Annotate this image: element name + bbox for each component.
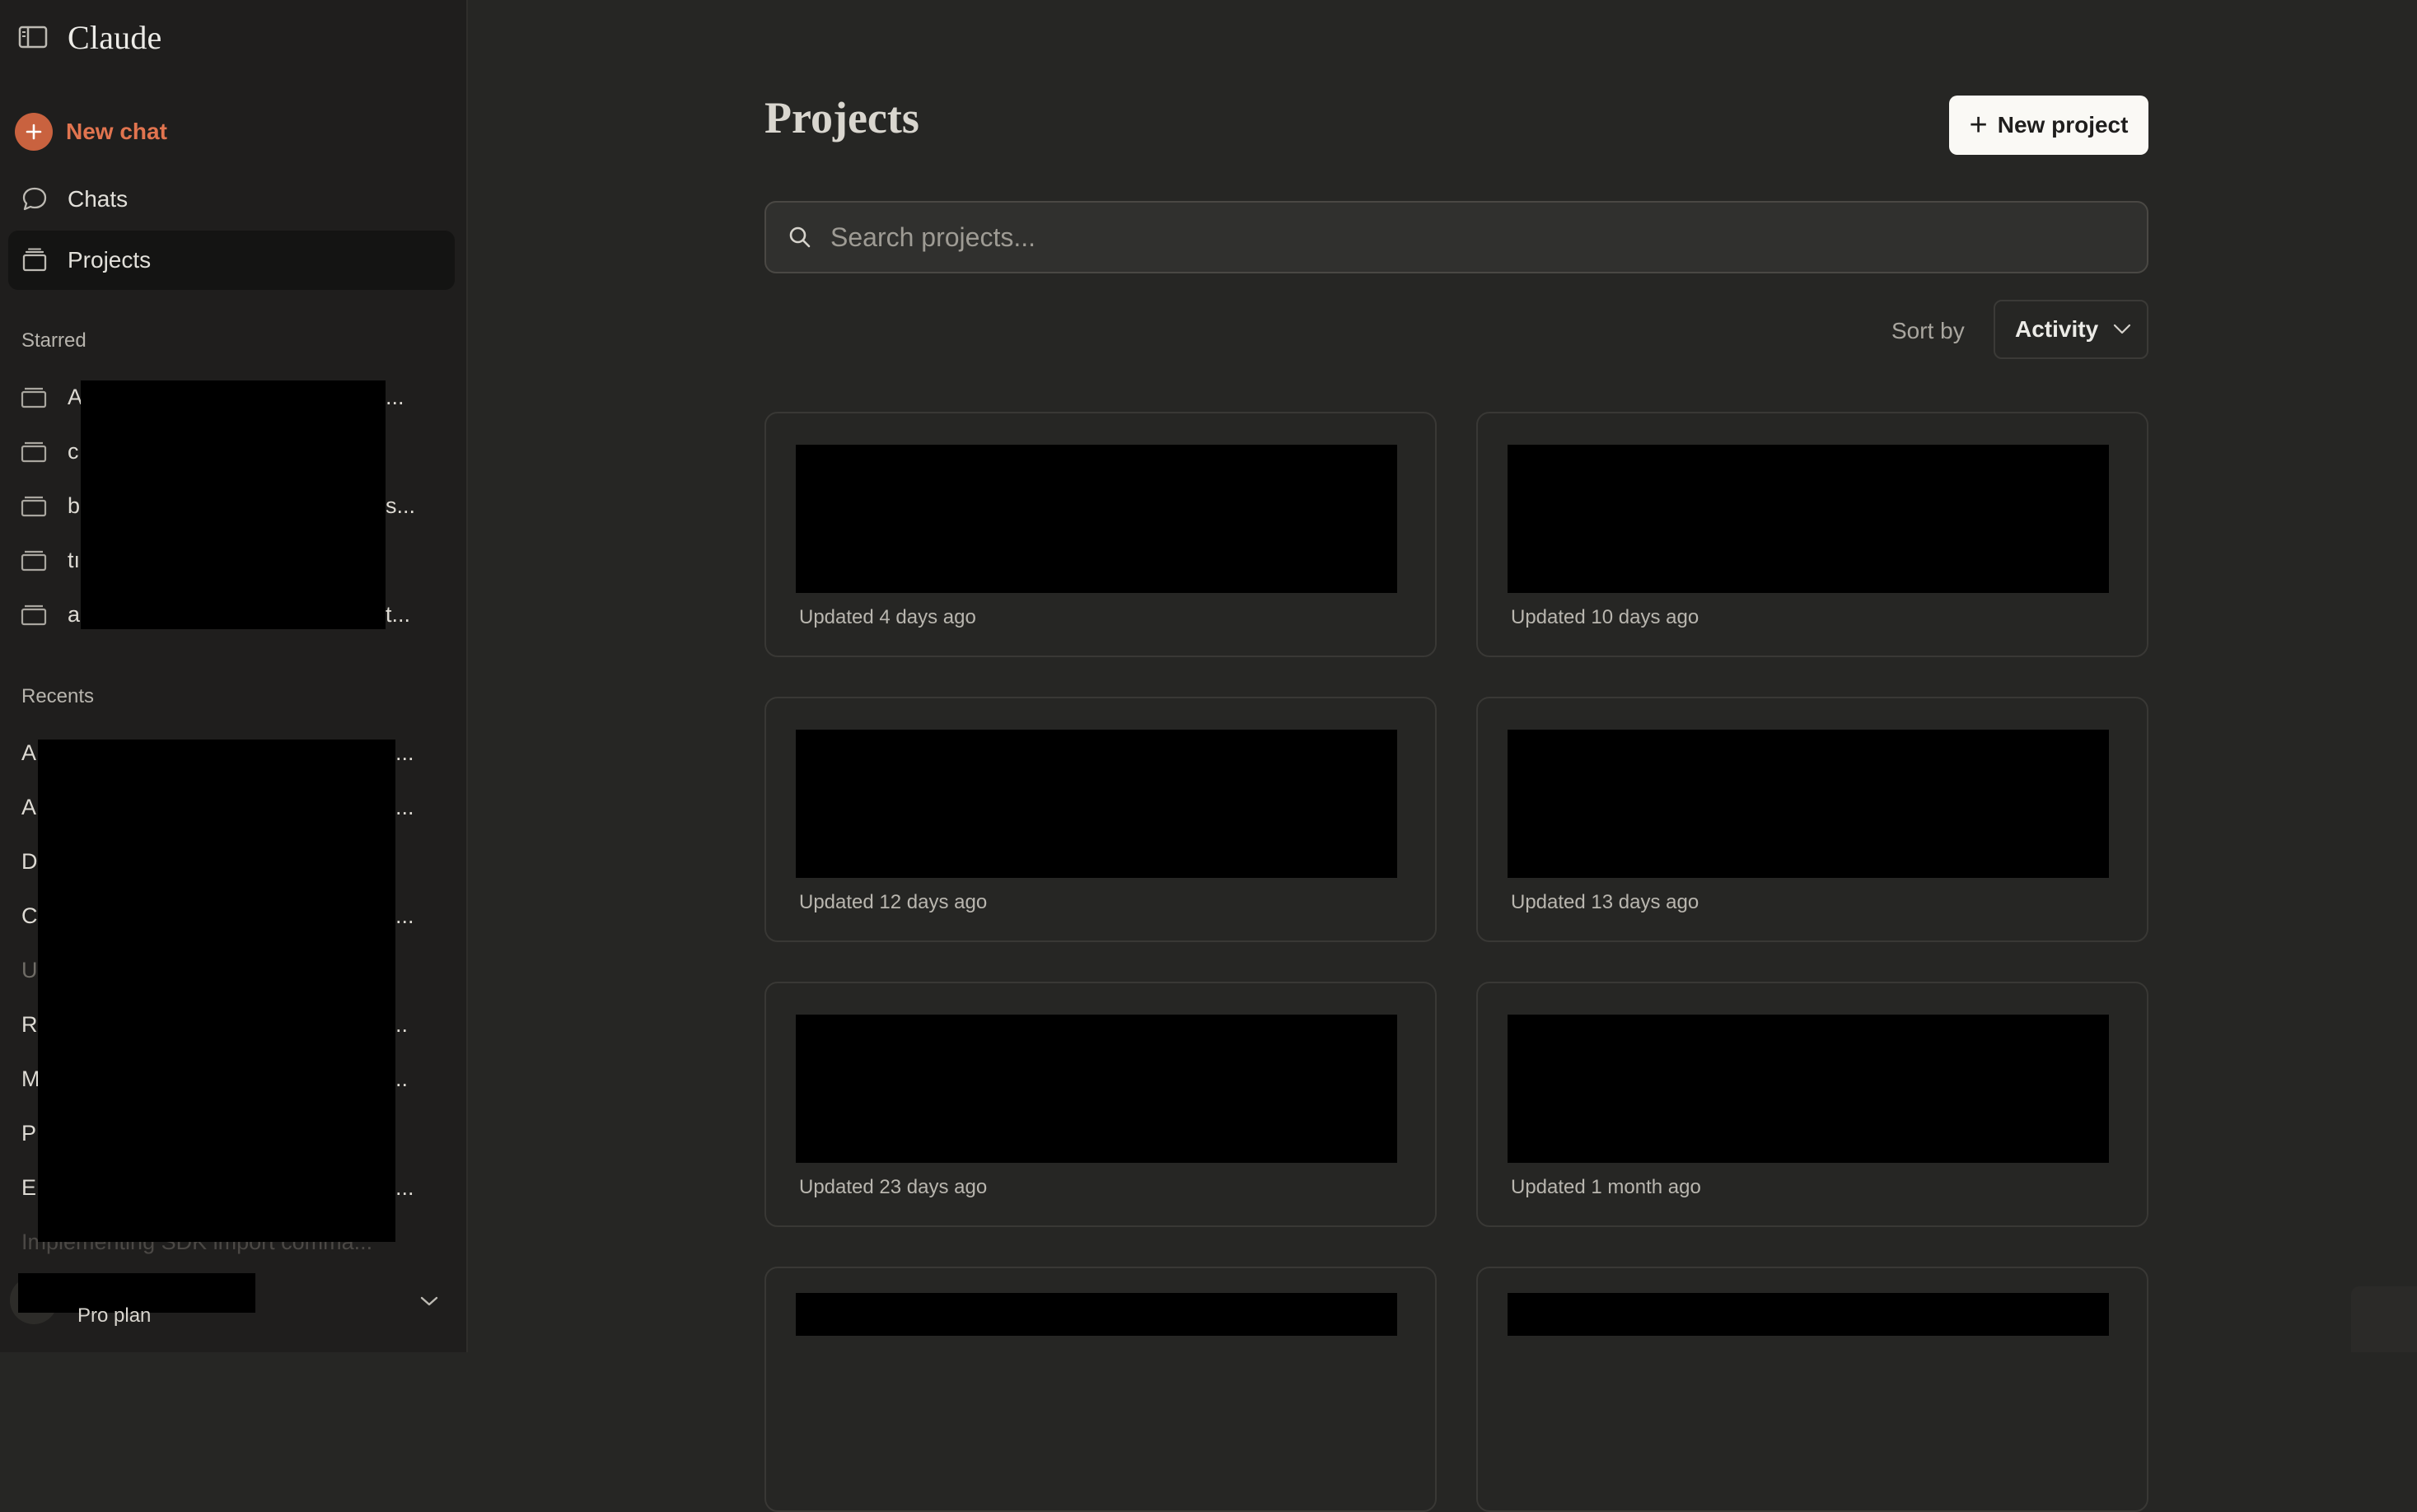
project-updated-time: Updated 1 month ago (1511, 1176, 1701, 1198)
new-project-button[interactable]: + New project (1949, 96, 2148, 155)
sort-value: Activity (2015, 316, 2099, 342)
redaction-block (796, 730, 1397, 878)
sidebar-item-label: Chats (68, 186, 129, 212)
project-card[interactable]: Updated 23 days ago (764, 982, 1437, 1227)
sidebar-item-chats[interactable]: Chats (8, 170, 455, 229)
new-chat-label: New chat (66, 119, 167, 144)
sidebar-item-label: Projects (68, 247, 152, 273)
chevron-down-icon (420, 1296, 438, 1306)
project-card[interactable]: Updated 1 month ago (1476, 982, 2148, 1227)
folder-stack-icon (21, 550, 47, 572)
redaction-block (1508, 1293, 2109, 1336)
redaction-block (1508, 730, 2109, 878)
redaction-block (38, 740, 395, 1242)
account-menu[interactable]: Pro plan (10, 1268, 455, 1342)
recent-chat-title: D (21, 848, 38, 874)
sort-label: Sort by (1891, 318, 1965, 343)
redaction-block (796, 445, 1397, 593)
project-card[interactable] (1476, 1267, 2148, 1512)
starred-project-name-tail: t... (386, 601, 411, 627)
sidebar-item-projects[interactable]: Projects (8, 231, 455, 290)
folder-stack-icon (21, 387, 47, 408)
recent-chat-title: E (21, 1174, 37, 1200)
folder-stack-icon (20, 245, 49, 275)
brand-logo-text[interactable]: Claude (68, 18, 162, 57)
main-content: Projects + New project Sort by Activity … (470, 0, 2417, 1512)
corner-widget (2351, 1286, 2417, 1352)
plus-circle-icon (15, 113, 53, 151)
recent-chat-title-tail: ... (395, 740, 414, 765)
chat-bubble-icon (20, 184, 49, 214)
plan-label: Pro plan (77, 1304, 152, 1327)
redaction-block (796, 1293, 1397, 1336)
folder-stack-icon (21, 441, 47, 463)
recent-chat-title-tail: ... (395, 794, 414, 819)
recent-chat-title-tail: ... (395, 1174, 414, 1200)
plus-icon: + (1969, 108, 1988, 142)
folder-stack-icon (21, 496, 47, 517)
new-project-label: New project (1997, 112, 2129, 138)
search-input[interactable] (829, 221, 2114, 254)
chevron-down-icon (2113, 324, 2131, 334)
recent-chat-title: U (21, 957, 38, 982)
recent-chat-title: P (21, 1120, 37, 1146)
project-card[interactable]: Updated 10 days ago (1476, 412, 2148, 657)
starred-project-name-tail: s... (386, 492, 416, 518)
sort-dropdown[interactable]: Activity (1994, 300, 2148, 359)
project-updated-time: Updated 10 days ago (1511, 606, 1699, 628)
recent-chat-title-tail: .. (395, 1066, 409, 1091)
folder-stack-icon (21, 604, 47, 626)
recents-heading: Recents (21, 685, 95, 707)
project-updated-time: Updated 4 days ago (799, 606, 976, 628)
recent-chat-title: A (21, 794, 37, 819)
project-updated-time: Updated 13 days ago (1511, 891, 1699, 913)
redaction-block (1508, 1015, 2109, 1163)
recent-chat-title: C (21, 903, 38, 928)
project-updated-time: Updated 12 days ago (799, 891, 988, 913)
project-card[interactable] (764, 1267, 1437, 1512)
project-updated-time: Updated 23 days ago (799, 1176, 988, 1198)
redaction-block (1508, 445, 2109, 593)
search-icon (789, 226, 811, 248)
project-card[interactable]: Updated 4 days ago (764, 412, 1437, 657)
recent-chat-title-tail: .. (395, 1011, 409, 1037)
starred-project-name-tail: ... (386, 384, 404, 409)
starred-heading: Starred (21, 329, 86, 352)
redaction-block (81, 380, 386, 629)
recent-chat-title-tail: ... (395, 903, 414, 928)
sidebar-header: Claude (18, 16, 162, 58)
project-card[interactable]: Updated 12 days ago (764, 697, 1437, 942)
new-chat-button[interactable]: New chat (8, 102, 455, 161)
panel-left-icon[interactable] (18, 25, 48, 49)
page-title: Projects (764, 93, 919, 142)
sidebar: Claude New chat Chats Projects Starred A… (0, 0, 468, 1352)
redaction-block (796, 1015, 1397, 1163)
project-card[interactable]: Updated 13 days ago (1476, 697, 2148, 942)
search-bar[interactable] (764, 201, 2148, 273)
recent-chat-title: A (21, 740, 37, 765)
recent-chat-title: R (21, 1011, 38, 1037)
